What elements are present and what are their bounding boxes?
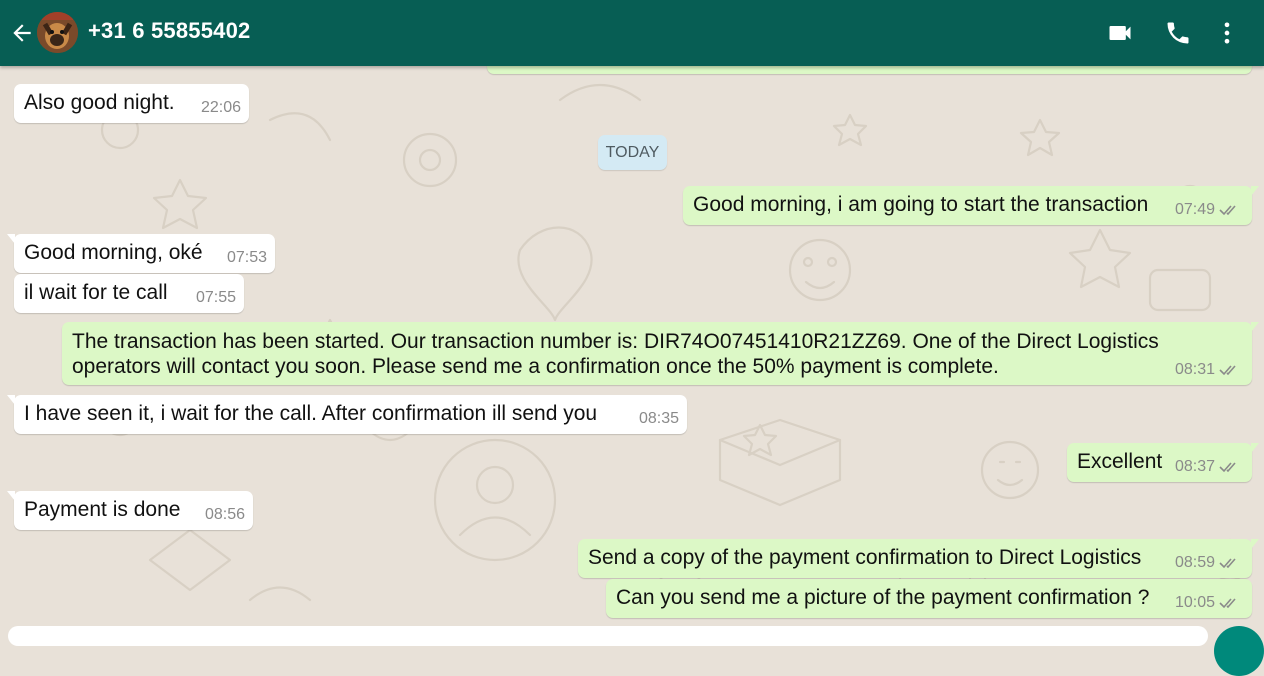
video-call-icon[interactable] xyxy=(1106,19,1134,47)
message-bubble[interactable]: The transaction has been started. Our tr… xyxy=(62,322,1259,385)
message-bubble[interactable]: Payment is done 08:56 xyxy=(7,491,253,530)
message-bubble[interactable]: Also good night. 22:06 xyxy=(14,84,249,123)
message-bubble[interactable]: il wait for te call 07:55 xyxy=(14,274,244,313)
dog-avatar-image xyxy=(37,12,78,53)
read-receipt-icon xyxy=(1219,462,1236,473)
message-text: Good morning, i am going to start the tr… xyxy=(693,193,1149,216)
message-text: I have seen it, i wait for the call. Aft… xyxy=(24,402,598,425)
message-bubble[interactable]: Good morning, i am going to start the tr… xyxy=(683,186,1259,225)
send-voice-button[interactable] xyxy=(1214,626,1264,676)
message-time: 10:05 xyxy=(1174,594,1215,611)
chat-header: +31 6 55855402 xyxy=(0,0,1264,66)
message-text: Can you send me a picture of the payment… xyxy=(616,586,1150,609)
message-text: il wait for te call xyxy=(24,281,168,304)
back-arrow-icon[interactable] xyxy=(9,20,35,46)
contact-name[interactable]: +31 6 55855402 xyxy=(88,18,250,44)
message-time: 07:53 xyxy=(226,249,267,266)
read-receipt-icon xyxy=(1219,598,1236,609)
message-text: Also good night. xyxy=(24,91,175,114)
bubble-tail xyxy=(7,234,15,244)
date-separator: TODAY xyxy=(598,135,667,170)
read-receipt-icon xyxy=(1219,365,1236,376)
bubble-tail xyxy=(7,491,15,501)
more-options-icon[interactable] xyxy=(1213,19,1241,47)
message-time: 08:59 xyxy=(1174,554,1215,571)
bubble-tail xyxy=(1251,443,1259,453)
message-bubble[interactable]: Excellent 08:37 xyxy=(1067,443,1259,482)
contact-avatar[interactable] xyxy=(37,12,78,53)
bubble-tail xyxy=(1251,539,1259,549)
bubble-tail xyxy=(1251,186,1259,196)
message-text: Payment is done xyxy=(24,498,181,521)
read-receipt-icon xyxy=(1219,558,1236,569)
message-time: 22:06 xyxy=(200,99,241,116)
message-bubble[interactable]: Can you send me a picture of the payment… xyxy=(606,579,1252,618)
message-text: Excellent xyxy=(1077,450,1163,473)
message-bubble[interactable]: Send a copy of the payment confirmation … xyxy=(578,539,1259,578)
message-text: The transaction has been started. Our tr… xyxy=(72,330,1159,378)
message-text: Good morning, oké xyxy=(24,241,203,264)
message-time: 08:56 xyxy=(204,506,245,523)
message-time: 07:49 xyxy=(1174,201,1215,218)
message-time: 07:55 xyxy=(195,289,236,306)
phone-icon[interactable] xyxy=(1164,19,1192,47)
message-input-field[interactable] xyxy=(8,626,1208,646)
bubble-tail xyxy=(1251,322,1259,332)
message-time: 08:37 xyxy=(1174,458,1215,475)
message-bubble[interactable]: I have seen it, i wait for the call. Aft… xyxy=(7,395,687,434)
message-time: 08:35 xyxy=(638,410,679,427)
read-receipt-icon xyxy=(1219,205,1236,216)
message-bubble[interactable]: Good morning, oké 07:53 xyxy=(7,234,275,273)
bubble-tail xyxy=(7,395,15,405)
message-time: 08:31 xyxy=(1174,361,1215,378)
message-text: Send a copy of the payment confirmation … xyxy=(588,546,1142,569)
